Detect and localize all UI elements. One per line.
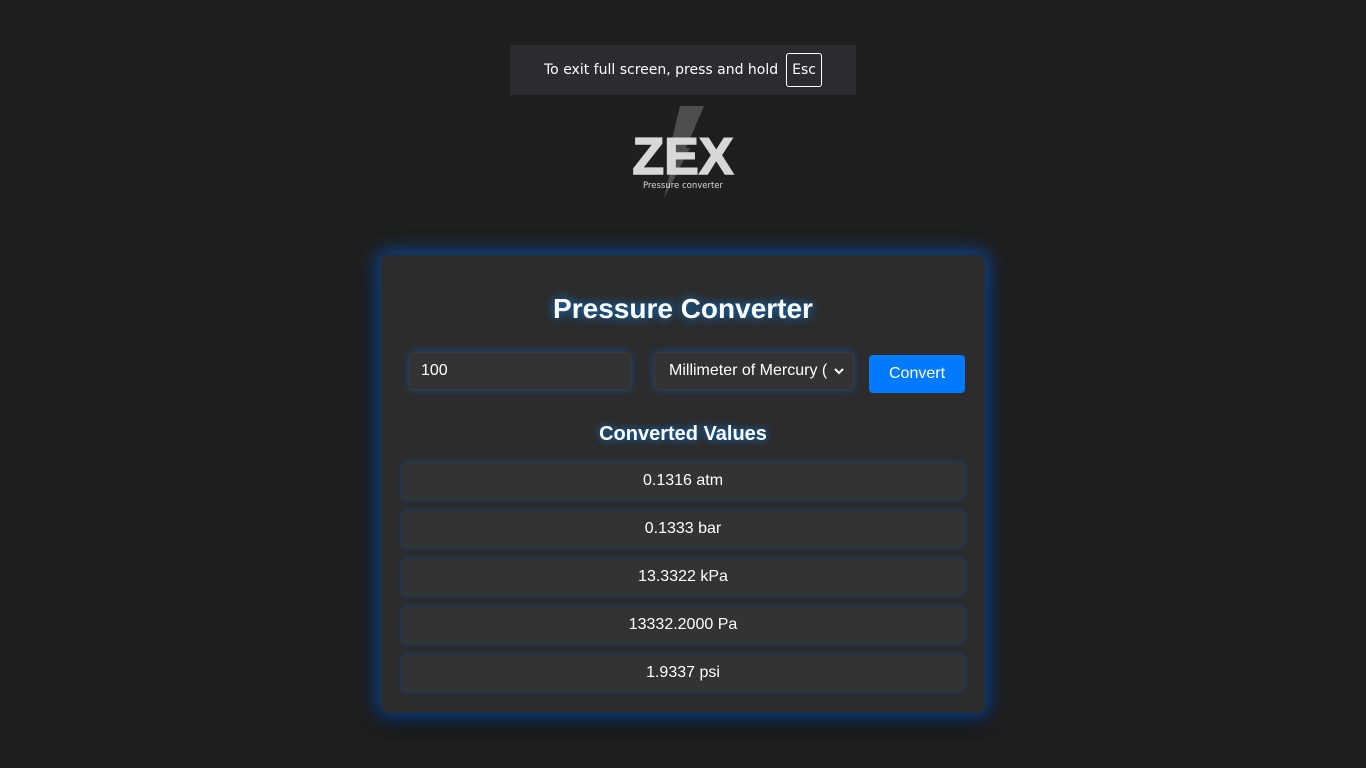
page-title: Pressure Converter xyxy=(553,293,813,324)
fullscreen-notice-text: To exit full screen, press and hold xyxy=(544,62,779,78)
logo-wordmark: ZEX xyxy=(632,128,733,186)
result-item-atm: 0.1316 atm xyxy=(402,463,964,499)
result-item-kpa: 13.3322 kPa xyxy=(402,559,964,595)
pressure-value-input[interactable] xyxy=(409,352,631,390)
results-title: Converted Values xyxy=(599,423,767,445)
result-item-psi: 1.9337 psi xyxy=(402,655,964,691)
zex-logo: ZEX Pressure converter xyxy=(632,106,735,198)
result-item-pa: 13332.2000 Pa xyxy=(402,607,964,643)
converter-card: Pressure Converter Millimeter of Mercury… xyxy=(381,255,985,713)
esc-key-hint: Esc xyxy=(786,53,822,87)
convert-button[interactable]: Convert xyxy=(869,355,965,393)
chevron-down-icon xyxy=(834,368,844,375)
result-item-bar: 0.1333 bar xyxy=(402,511,964,547)
unit-select[interactable]: Millimeter of Mercury ( xyxy=(654,352,854,390)
results-list: 0.1316 atm 0.1333 bar 13.3322 kPa 13332.… xyxy=(402,463,964,703)
fullscreen-exit-notice: To exit full screen, press and hold Esc xyxy=(510,45,856,95)
unit-select-value: Millimeter of Mercury ( xyxy=(669,362,828,379)
logo-tagline: Pressure converter xyxy=(643,181,724,191)
